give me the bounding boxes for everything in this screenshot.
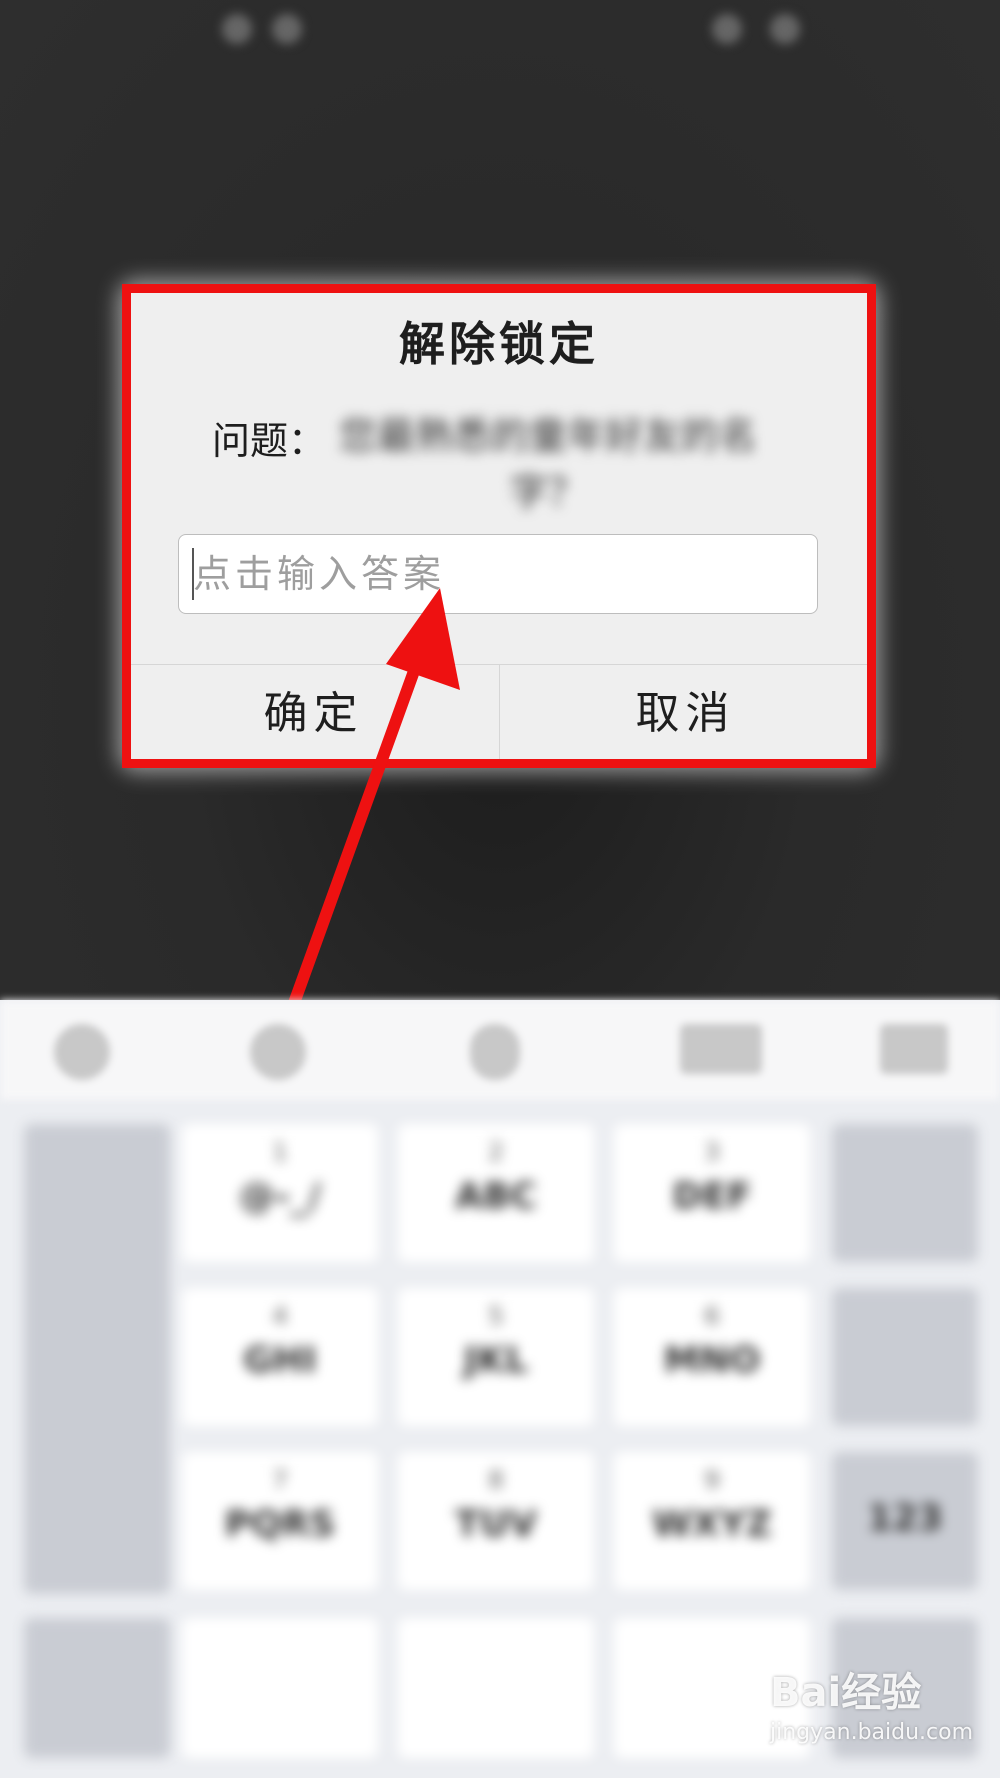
symbol-key[interactable] [24, 1618, 170, 1758]
status-icon [222, 14, 252, 44]
key-1[interactable]: 1 @-_/ [182, 1124, 378, 1262]
backspace-key[interactable] [832, 1124, 978, 1262]
keyboard-layout-icon[interactable] [680, 1024, 762, 1074]
symbol-column[interactable] [24, 1124, 170, 1594]
watermark-url: jingyan.baidu.com [770, 1720, 974, 1745]
status-bar [0, 0, 1000, 70]
key-8[interactable]: 8 TUV [398, 1452, 594, 1590]
space-key[interactable] [398, 1618, 594, 1758]
key-2[interactable]: 2 ABC [398, 1124, 594, 1262]
key-6[interactable]: 6 MNO [614, 1288, 810, 1426]
key-5[interactable]: 5 JKL [398, 1288, 594, 1426]
baidu-jingyan-watermark: Bai经验 jingyan.baidu.com [770, 1660, 973, 1745]
key-9[interactable]: 9 WXYZ [614, 1452, 810, 1590]
status-icon [272, 14, 302, 44]
microphone-icon[interactable] [470, 1024, 520, 1080]
wifi-icon [712, 14, 742, 44]
enter-key[interactable] [832, 1288, 978, 1426]
hide-keyboard-icon[interactable] [880, 1024, 948, 1074]
key-3[interactable]: 3 DEF [614, 1124, 810, 1262]
key-4[interactable]: 4 GHI [182, 1288, 378, 1426]
key-0[interactable] [182, 1618, 378, 1758]
key-7[interactable]: 7 PQRS [182, 1452, 378, 1590]
red-highlight-frame [122, 284, 876, 768]
watermark-logo: Bai经验 [770, 1670, 922, 1716]
emoji-icon[interactable] [54, 1024, 110, 1080]
cursor-icon[interactable] [250, 1024, 306, 1080]
numeric-toggle-key[interactable]: 123 [832, 1452, 978, 1590]
keyboard-toolbar [0, 1000, 1000, 1100]
signal-icon [770, 14, 800, 44]
